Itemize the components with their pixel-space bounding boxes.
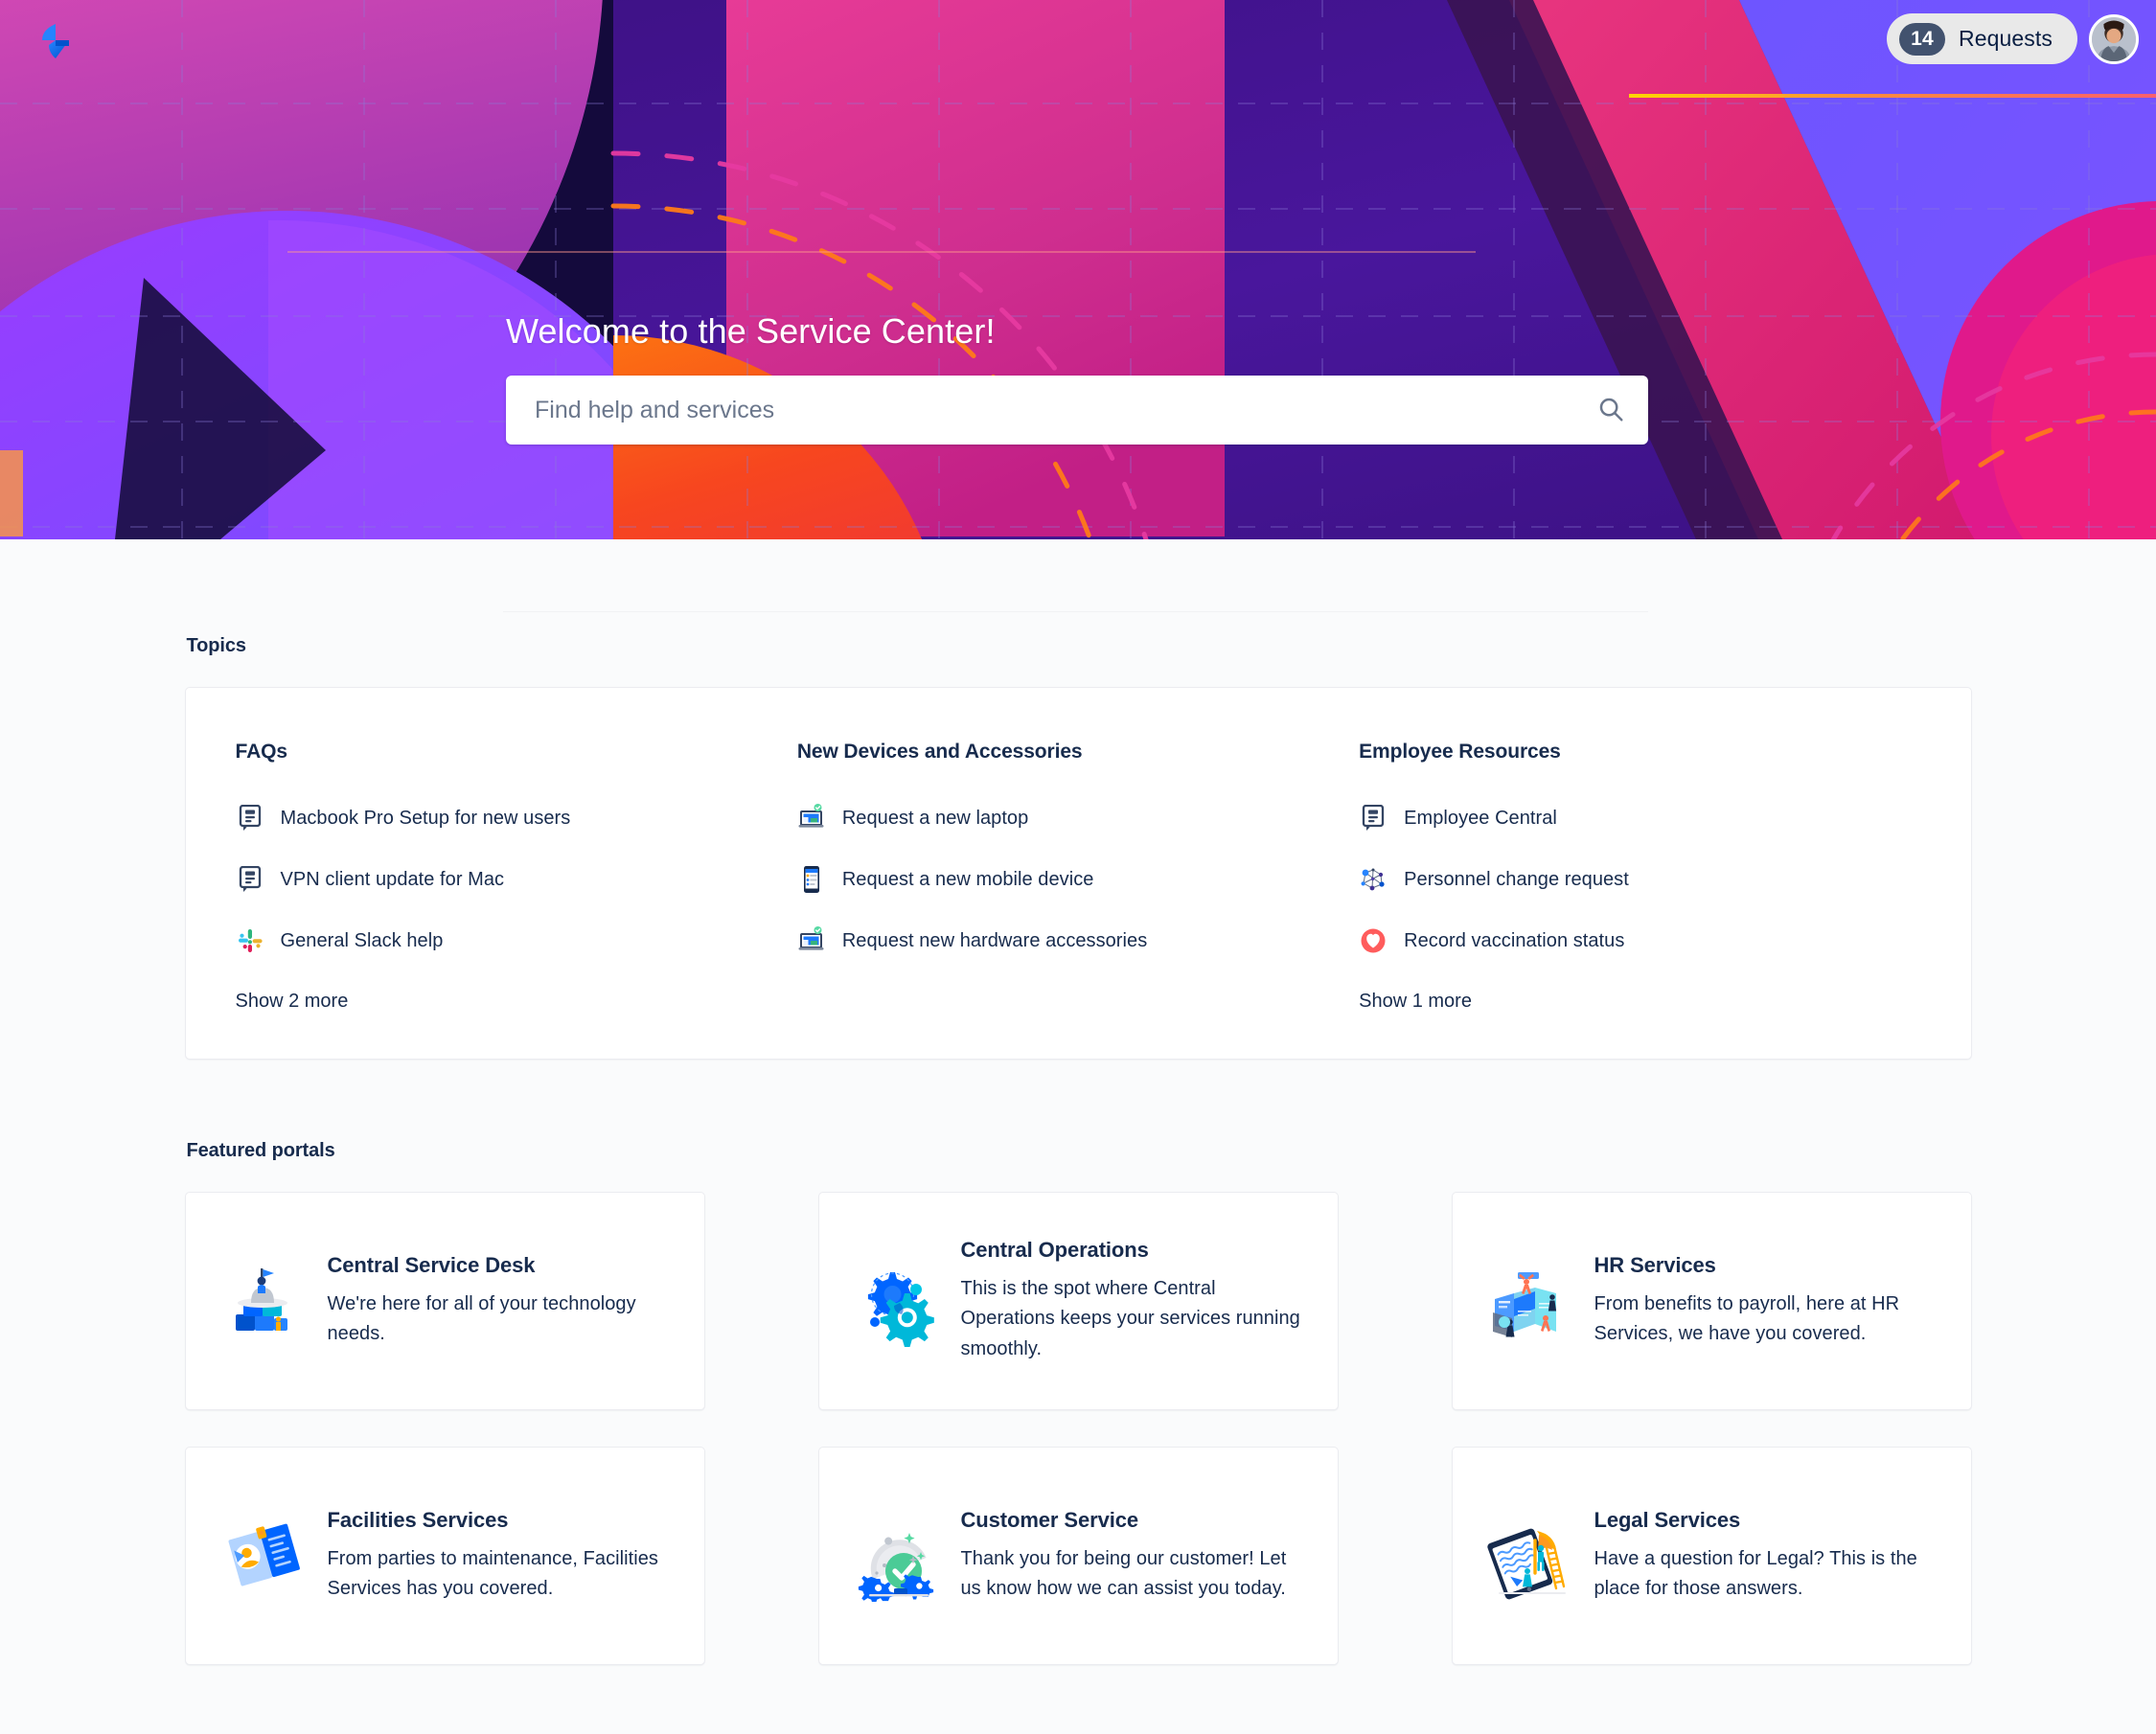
search-box[interactable] [506, 376, 1648, 445]
portal-card-customer-service[interactable]: Customer Service Thank you for being our… [817, 1447, 1339, 1665]
content-divider [503, 611, 1648, 612]
service-desk-blocks-illustration-icon [218, 1255, 310, 1347]
topic-list: Macbook Pro Setup for new users VPN clie… [236, 787, 774, 971]
list-item[interactable]: VPN client update for Mac [236, 849, 774, 910]
heart-shield-icon [1359, 926, 1388, 955]
search-icon [1596, 395, 1625, 426]
hero-banner: 14 Requests Welcome to the Service Cente… [0, 0, 2156, 539]
slack-icon [236, 926, 264, 955]
portal-text: Facilities Services From parties to main… [320, 1508, 676, 1604]
featured-portals-heading: Featured portals [186, 1140, 335, 1161]
laptop-icon [797, 804, 826, 833]
list-item-label: Personnel change request [1404, 868, 1629, 890]
show-more-link[interactable]: Show 1 more [1359, 991, 1472, 1013]
portal-title: HR Services [1594, 1252, 1716, 1277]
main-content: Topics FAQs Macbook Pro Setup for new us… [0, 539, 2156, 1734]
requests-label: Requests [1959, 26, 2053, 51]
requests-count-badge: 14 [1899, 22, 1946, 56]
list-item[interactable]: Request a new laptop [797, 787, 1336, 849]
requests-button[interactable]: 14 Requests [1887, 13, 2077, 64]
customer-service-dome-illustration-icon [852, 1510, 944, 1602]
portal-title: Central Service Desk [327, 1252, 536, 1277]
portal-text: Central Operations This is the spot wher… [953, 1238, 1309, 1364]
jira-service-management-logo-icon[interactable] [33, 19, 77, 63]
list-item[interactable]: Macbook Pro Setup for new users [236, 787, 774, 849]
portal-text: HR Services From benefits to payroll, he… [1587, 1253, 1942, 1349]
topic-list: Employee Central Personnel change reques… [1359, 787, 1897, 971]
legal-quill-tablet-illustration-icon [1485, 1510, 1577, 1602]
list-item[interactable]: General Slack help [236, 910, 774, 971]
list-item[interactable]: Employee Central [1359, 787, 1897, 849]
portal-text: Customer Service Thank you for being our… [953, 1508, 1309, 1604]
portal-card-legal-services[interactable]: Legal Services Have a question for Legal… [1451, 1447, 1972, 1665]
portal-title: Facilities Services [327, 1507, 509, 1532]
network-nodes-icon [1359, 865, 1388, 894]
list-item[interactable]: Personnel change request [1359, 849, 1897, 910]
topics-heading: Topics [186, 635, 246, 656]
portal-description: Thank you for being our customer! Let us… [960, 1547, 1287, 1599]
topic-column-title: New Devices and Accessories [796, 741, 1083, 763]
knowledge-article-icon [236, 865, 264, 894]
portal-card-hr-services[interactable]: HR Services From benefits to payroll, he… [1451, 1192, 1972, 1410]
gears-illustration-icon [852, 1255, 944, 1347]
hr-people-panels-illustration-icon [1485, 1255, 1577, 1347]
portal-description: From benefits to payroll, here at HR Ser… [1594, 1292, 1900, 1344]
portal-description: We're here for all of your technology ne… [327, 1292, 636, 1344]
list-item-label: Request a new laptop [841, 807, 1029, 829]
list-item-label: Employee Central [1404, 807, 1557, 829]
list-item-label: General Slack help [280, 929, 444, 951]
portal-card-central-service-desk[interactable]: Central Service Desk We're here for all … [184, 1192, 705, 1410]
portal-card-facilities-services[interactable]: Facilities Services From parties to main… [184, 1447, 705, 1665]
page-title: Welcome to the Service Center! [506, 311, 996, 351]
list-item-label: Request new hardware accessories [841, 929, 1148, 951]
topic-column-employee-resources: Employee Resources Employee Central Pers… [1359, 741, 1920, 1013]
show-more-link[interactable]: Show 2 more [236, 991, 349, 1013]
list-item[interactable]: Request new hardware accessories [797, 910, 1336, 971]
knowledge-article-icon [236, 804, 264, 833]
topic-list: Request a new laptop Request a new mobil… [797, 787, 1336, 971]
header-actions: 14 Requests [1887, 13, 2139, 64]
portal-description: This is the spot where Central Operation… [960, 1278, 1300, 1359]
topic-column-new-devices: New Devices and Accessories Request a ne… [797, 741, 1359, 1013]
hero-content: Welcome to the Service Center! [506, 311, 1648, 445]
portal-description: From parties to maintenance, Facilities … [327, 1547, 658, 1599]
laptop-icon [797, 926, 826, 955]
topic-column-title: Employee Resources [1359, 741, 1561, 763]
portal-description: Have a question for Legal? This is the p… [1594, 1547, 1917, 1599]
list-item-label: VPN client update for Mac [280, 868, 505, 890]
list-item-label: Macbook Pro Setup for new users [280, 807, 571, 829]
search-input[interactable] [506, 396, 1573, 424]
topic-column-title: FAQs [235, 741, 288, 763]
portal-text: Legal Services Have a question for Legal… [1587, 1508, 1942, 1604]
avatar[interactable] [2089, 13, 2139, 64]
portal-card-central-operations[interactable]: Central Operations This is the spot wher… [817, 1192, 1339, 1410]
facilities-badge-illustration-icon [218, 1510, 310, 1602]
mobile-device-icon [797, 865, 826, 894]
list-item-label: Record vaccination status [1404, 929, 1625, 951]
search-button[interactable] [1573, 376, 1648, 445]
featured-portals-grid: Central Service Desk We're here for all … [184, 1192, 1972, 1665]
portal-text: Central Service Desk We're here for all … [320, 1253, 676, 1349]
knowledge-article-icon [1359, 804, 1388, 833]
topics-card: FAQs Macbook Pro Setup for new users VPN… [184, 687, 1972, 1060]
list-item-label: Request a new mobile device [841, 868, 1094, 890]
topic-column-faqs: FAQs Macbook Pro Setup for new users VPN… [236, 741, 797, 1013]
portal-title: Legal Services [1594, 1507, 1741, 1532]
portal-title: Central Operations [960, 1238, 1149, 1263]
list-item[interactable]: Request a new mobile device [797, 849, 1336, 910]
list-item[interactable]: Record vaccination status [1359, 910, 1897, 971]
portal-title: Customer Service [960, 1507, 1139, 1532]
hero-background-art [0, 0, 2156, 539]
